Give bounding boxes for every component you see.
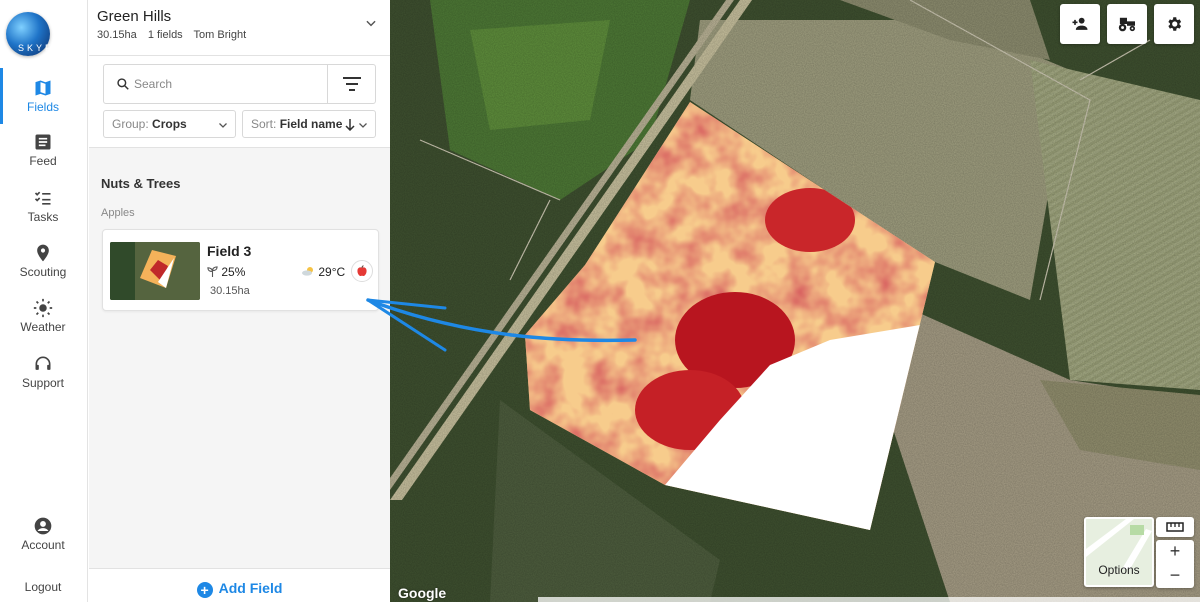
farm-selector[interactable]: Green Hills 30.15ha 1 fields Tom Bright: [89, 0, 390, 56]
ruler-icon: [1166, 522, 1184, 532]
farm-name: Green Hills: [97, 8, 172, 25]
nav-rail: SKYFLD Fields Feed Tasks Scouting Weathe…: [0, 0, 88, 602]
chevron-down-icon: [366, 20, 376, 27]
fields-panel: Green Hills 30.15ha 1 fields Tom Bright …: [89, 0, 390, 602]
farm-meta: 30.15ha 1 fields Tom Bright: [97, 29, 254, 41]
farm-owner: Tom Bright: [193, 29, 247, 41]
nav-label-support: Support: [21, 376, 65, 390]
add-field-button[interactable]: + Add Field: [89, 568, 390, 602]
sort-select-prefix: Sort:: [251, 117, 280, 131]
map-options-button[interactable]: Options: [1084, 517, 1154, 587]
farm-area: 30.15ha: [97, 29, 137, 41]
tasks-icon: [34, 191, 51, 205]
nav-item-support[interactable]: Support: [0, 354, 86, 406]
group-select[interactable]: Group: Crops: [103, 110, 236, 138]
map-attribution: [538, 597, 1200, 602]
field-weather: 29°C: [301, 265, 345, 279]
partly-cloudy-icon: [302, 267, 313, 276]
nav-item-account[interactable]: Account: [0, 516, 86, 568]
options-label: Options: [1098, 563, 1140, 577]
sprout-icon: [207, 266, 218, 277]
list-controls: Group: Crops Sort: Field name: [89, 56, 390, 148]
farm-fields-count: 1 fields: [147, 29, 183, 41]
app-logo[interactable]: SKYFLD: [6, 12, 68, 56]
field-ndvi: 25%: [207, 265, 245, 279]
google-logo: Google: [398, 585, 447, 601]
nav-item-feed[interactable]: Feed: [0, 132, 86, 184]
settings-button[interactable]: [1154, 4, 1194, 44]
map-imagery: [390, 0, 1200, 602]
sort-select-value: Field name: [279, 117, 343, 131]
field-area: 30.15ha: [210, 285, 250, 297]
zoom-in-button[interactable]: +: [1156, 540, 1194, 564]
logout-link[interactable]: Logout: [0, 578, 86, 598]
sort-select[interactable]: Sort: Field name: [242, 110, 376, 138]
crop-subgroup-title: Apples: [101, 207, 135, 219]
logout-label: Logout: [24, 580, 62, 594]
search-box: [103, 64, 376, 104]
tractor-icon: [1118, 17, 1135, 32]
filter-icon: [342, 77, 361, 91]
logo-text: SKYFLD: [18, 43, 72, 53]
plus-icon: +: [196, 582, 213, 598]
nav-item-weather[interactable]: Weather: [0, 298, 86, 350]
add-user-icon: [1072, 17, 1088, 30]
nav-label-fields: Fields: [26, 100, 59, 114]
field-temperature: 29°C: [318, 265, 346, 279]
group-select-value: Crops: [152, 117, 187, 131]
field-ndvi-value: 25%: [221, 265, 246, 279]
zoom-control: + −: [1156, 540, 1194, 588]
nav-item-tasks[interactable]: Tasks: [0, 188, 86, 240]
account-icon: [34, 517, 52, 535]
pin-icon: [37, 244, 49, 262]
field-name: Field 3: [207, 243, 252, 259]
chevron-down-icon: [219, 123, 227, 128]
field-card[interactable]: Field 3 25% 30.15ha 29°C: [102, 229, 379, 311]
share-users-button[interactable]: [1060, 4, 1100, 44]
zoom-out-button[interactable]: −: [1156, 564, 1194, 588]
headset-icon: [35, 356, 51, 370]
nav-item-scouting[interactable]: Scouting: [0, 243, 86, 295]
add-field-label: Add Field: [218, 580, 283, 596]
feed-icon: [35, 134, 51, 150]
machinery-button[interactable]: [1107, 4, 1147, 44]
nav-label-account: Account: [21, 538, 65, 552]
filter-button[interactable]: [327, 65, 375, 103]
map-icon: [35, 80, 51, 96]
gear-icon: [1168, 17, 1182, 31]
map-layer-thumbnail: [1086, 519, 1152, 569]
sun-icon: [33, 298, 53, 318]
crop-group-title: Nuts & Trees: [101, 176, 181, 191]
nav-label-feed: Feed: [29, 154, 57, 168]
group-select-prefix: Group:: [112, 117, 153, 131]
field-thumbnail: [110, 242, 200, 300]
nav-item-fields[interactable]: Fields: [0, 68, 86, 124]
arrow-down-icon: [345, 119, 355, 131]
nav-label-tasks: Tasks: [27, 210, 59, 224]
chevron-down-icon: [359, 123, 367, 128]
satellite-map[interactable]: Options + − Google: [390, 0, 1200, 602]
search-input[interactable]: [134, 73, 324, 95]
search-icon: [117, 78, 129, 90]
measure-button[interactable]: [1156, 517, 1194, 537]
nav-label-weather: Weather: [20, 320, 66, 334]
nav-label-scouting: Scouting: [19, 265, 67, 279]
apple-icon: [351, 260, 373, 282]
